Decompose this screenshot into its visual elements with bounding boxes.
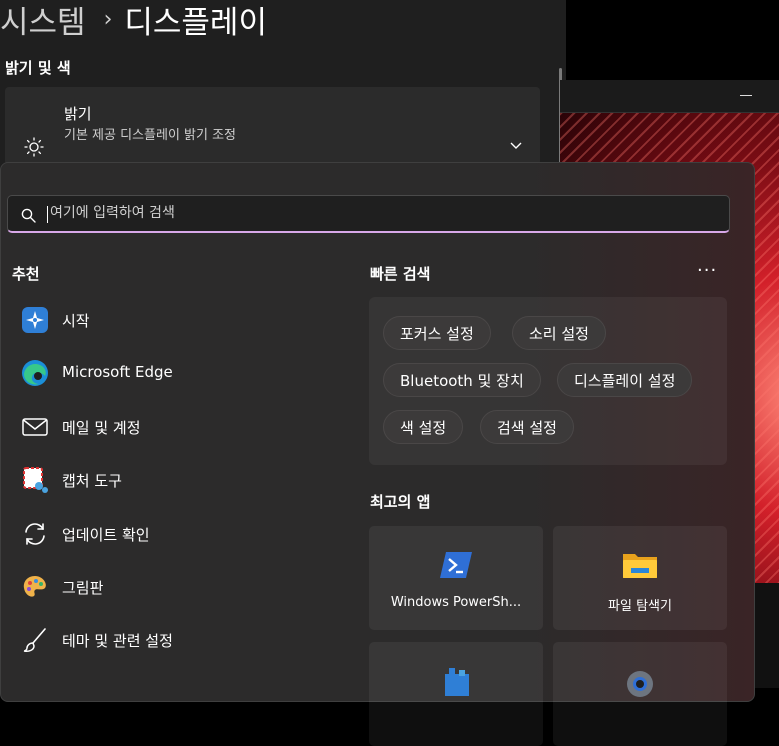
- more-options-icon[interactable]: ···: [697, 260, 717, 281]
- top-apps-title: 최고의 앱: [370, 493, 431, 511]
- list-item-theme[interactable]: 테마 및 관련 설정: [1, 614, 341, 666]
- minimize-icon[interactable]: [740, 95, 752, 96]
- chip-bluetooth-devices[interactable]: Bluetooth 및 장치: [383, 363, 541, 397]
- list-item-label: 업데이트 확인: [62, 526, 150, 544]
- section-title: 밝기 및 색: [5, 59, 71, 77]
- sun-icon: [24, 137, 44, 157]
- quick-search-title: 빠른 검색: [370, 265, 431, 283]
- app-icon: [445, 668, 469, 696]
- brightness-title: 밝기: [64, 105, 92, 123]
- powershell-icon: [440, 552, 472, 578]
- app-tile-3[interactable]: [369, 642, 543, 746]
- list-item-snipping[interactable]: 캡처 도구: [1, 454, 341, 506]
- app-tile-label: 파일 탐색기: [608, 599, 672, 614]
- quick-search-panel: 포커스 설정 소리 설정 Bluetooth 및 장치 디스플레이 설정 색 설…: [369, 297, 727, 465]
- list-item-edge[interactable]: Microsoft Edge: [1, 347, 341, 399]
- brush-icon: [23, 628, 46, 652]
- list-item-label: 그림판: [62, 579, 104, 597]
- breadcrumb-separator: ›: [103, 6, 113, 32]
- chip-display-settings[interactable]: 디스플레이 설정: [557, 363, 693, 397]
- breadcrumb-parent[interactable]: 시스템: [0, 0, 86, 42]
- list-item-mail[interactable]: 메일 및 계정: [1, 401, 341, 453]
- breadcrumb: 시스템 › 디스플레이: [0, 0, 267, 41]
- brightness-card[interactable]: 밝기 기본 제공 디스플레이 밝기 조정: [5, 87, 540, 165]
- chip-focus-settings[interactable]: 포커스 설정: [383, 316, 491, 350]
- brightness-subtitle: 기본 제공 디스플레이 밝기 조정: [64, 128, 237, 143]
- chip-search-settings[interactable]: 검색 설정: [480, 410, 574, 444]
- paint-icon: [23, 576, 46, 597]
- app-tile-powershell[interactable]: Windows PowerSh...: [369, 526, 543, 630]
- list-item-label: 테마 및 관련 설정: [62, 632, 173, 650]
- list-item-label: 시작: [62, 312, 90, 330]
- mail-icon: [22, 418, 48, 436]
- list-item-start[interactable]: 시작: [1, 294, 341, 346]
- chevron-down-icon[interactable]: [509, 141, 523, 151]
- snipping-tool-icon: [23, 467, 48, 493]
- edge-icon: [22, 360, 48, 386]
- search-icon: [21, 208, 36, 223]
- list-item-update[interactable]: 업데이트 확인: [1, 508, 341, 560]
- chip-sound-settings[interactable]: 소리 설정: [512, 316, 606, 350]
- list-item-label: 캡처 도구: [62, 472, 122, 490]
- page-title: 디스플레이: [124, 4, 267, 41]
- recommended-title: 추천: [12, 265, 40, 283]
- app-tile-label: Windows PowerSh...: [390, 595, 522, 610]
- app-tile-file-explorer[interactable]: 파일 탐색기: [553, 526, 727, 630]
- text-caret: [47, 206, 48, 223]
- start-tips-icon: [22, 307, 48, 333]
- list-item-label: 메일 및 계정: [62, 419, 141, 437]
- start-menu: 추천 시작 Microsoft Edge 메일 및 계정: [0, 162, 755, 746]
- update-icon: [25, 523, 45, 545]
- list-item-label: Microsoft Edge: [62, 363, 173, 381]
- app-tile-4[interactable]: [553, 642, 727, 746]
- folder-icon: [623, 554, 657, 578]
- chip-color-settings[interactable]: 색 설정: [383, 410, 464, 444]
- search-box[interactable]: [7, 195, 730, 233]
- search-input[interactable]: [50, 205, 650, 221]
- window-titlebar[interactable]: [560, 80, 779, 113]
- list-item-paint[interactable]: 그림판: [1, 561, 341, 613]
- settings-gear-icon: [627, 671, 653, 697]
